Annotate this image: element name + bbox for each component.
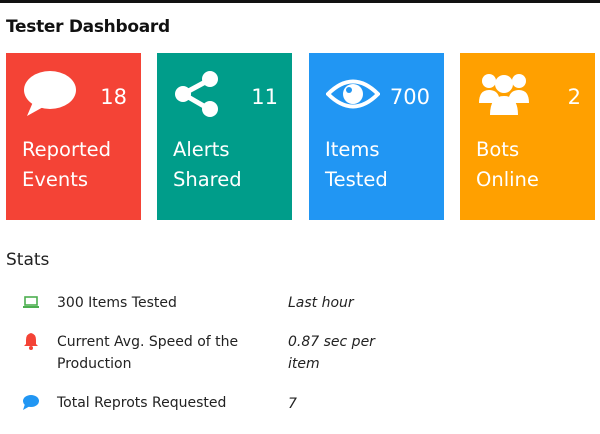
eye-icon [326,69,380,119]
comment-icon [22,393,40,411]
card-label: Alerts Shared [173,138,242,191]
card-label: Reported Events [22,138,112,191]
share-icon [174,69,228,119]
speech-bubble-icon [23,69,77,119]
users-icon [477,69,531,119]
stat-label: Current Avg. Speed of the Production [57,334,239,372]
stat-value: Last hour [288,295,354,311]
stat-label: Total Reprots Requested [57,395,227,411]
stat-value: 0.87 sec per item [288,334,375,372]
card-label: Items Tested [325,138,388,191]
card-label: Bots Online [476,138,539,191]
card-count: 18 [100,85,127,109]
card-alerts-shared[interactable]: 11 Alerts Shared [157,53,292,220]
laptop-icon [22,293,40,311]
top-border [0,0,600,3]
card-bots-online[interactable]: 2 Bots Online [460,53,595,220]
card-reported-events[interactable]: 18 Reported Events [6,53,141,220]
bell-icon [22,332,40,350]
card-count: 11 [251,85,278,109]
card-count: 2 [567,85,581,109]
page-title: Tester Dashboard [6,17,170,37]
stat-value: 7 [288,396,297,412]
stat-label: 300 Items Tested [57,295,177,311]
card-items-tested[interactable]: 700 Items Tested [309,53,444,220]
card-count: 700 [389,85,430,109]
stats-title: Stats [6,250,50,270]
